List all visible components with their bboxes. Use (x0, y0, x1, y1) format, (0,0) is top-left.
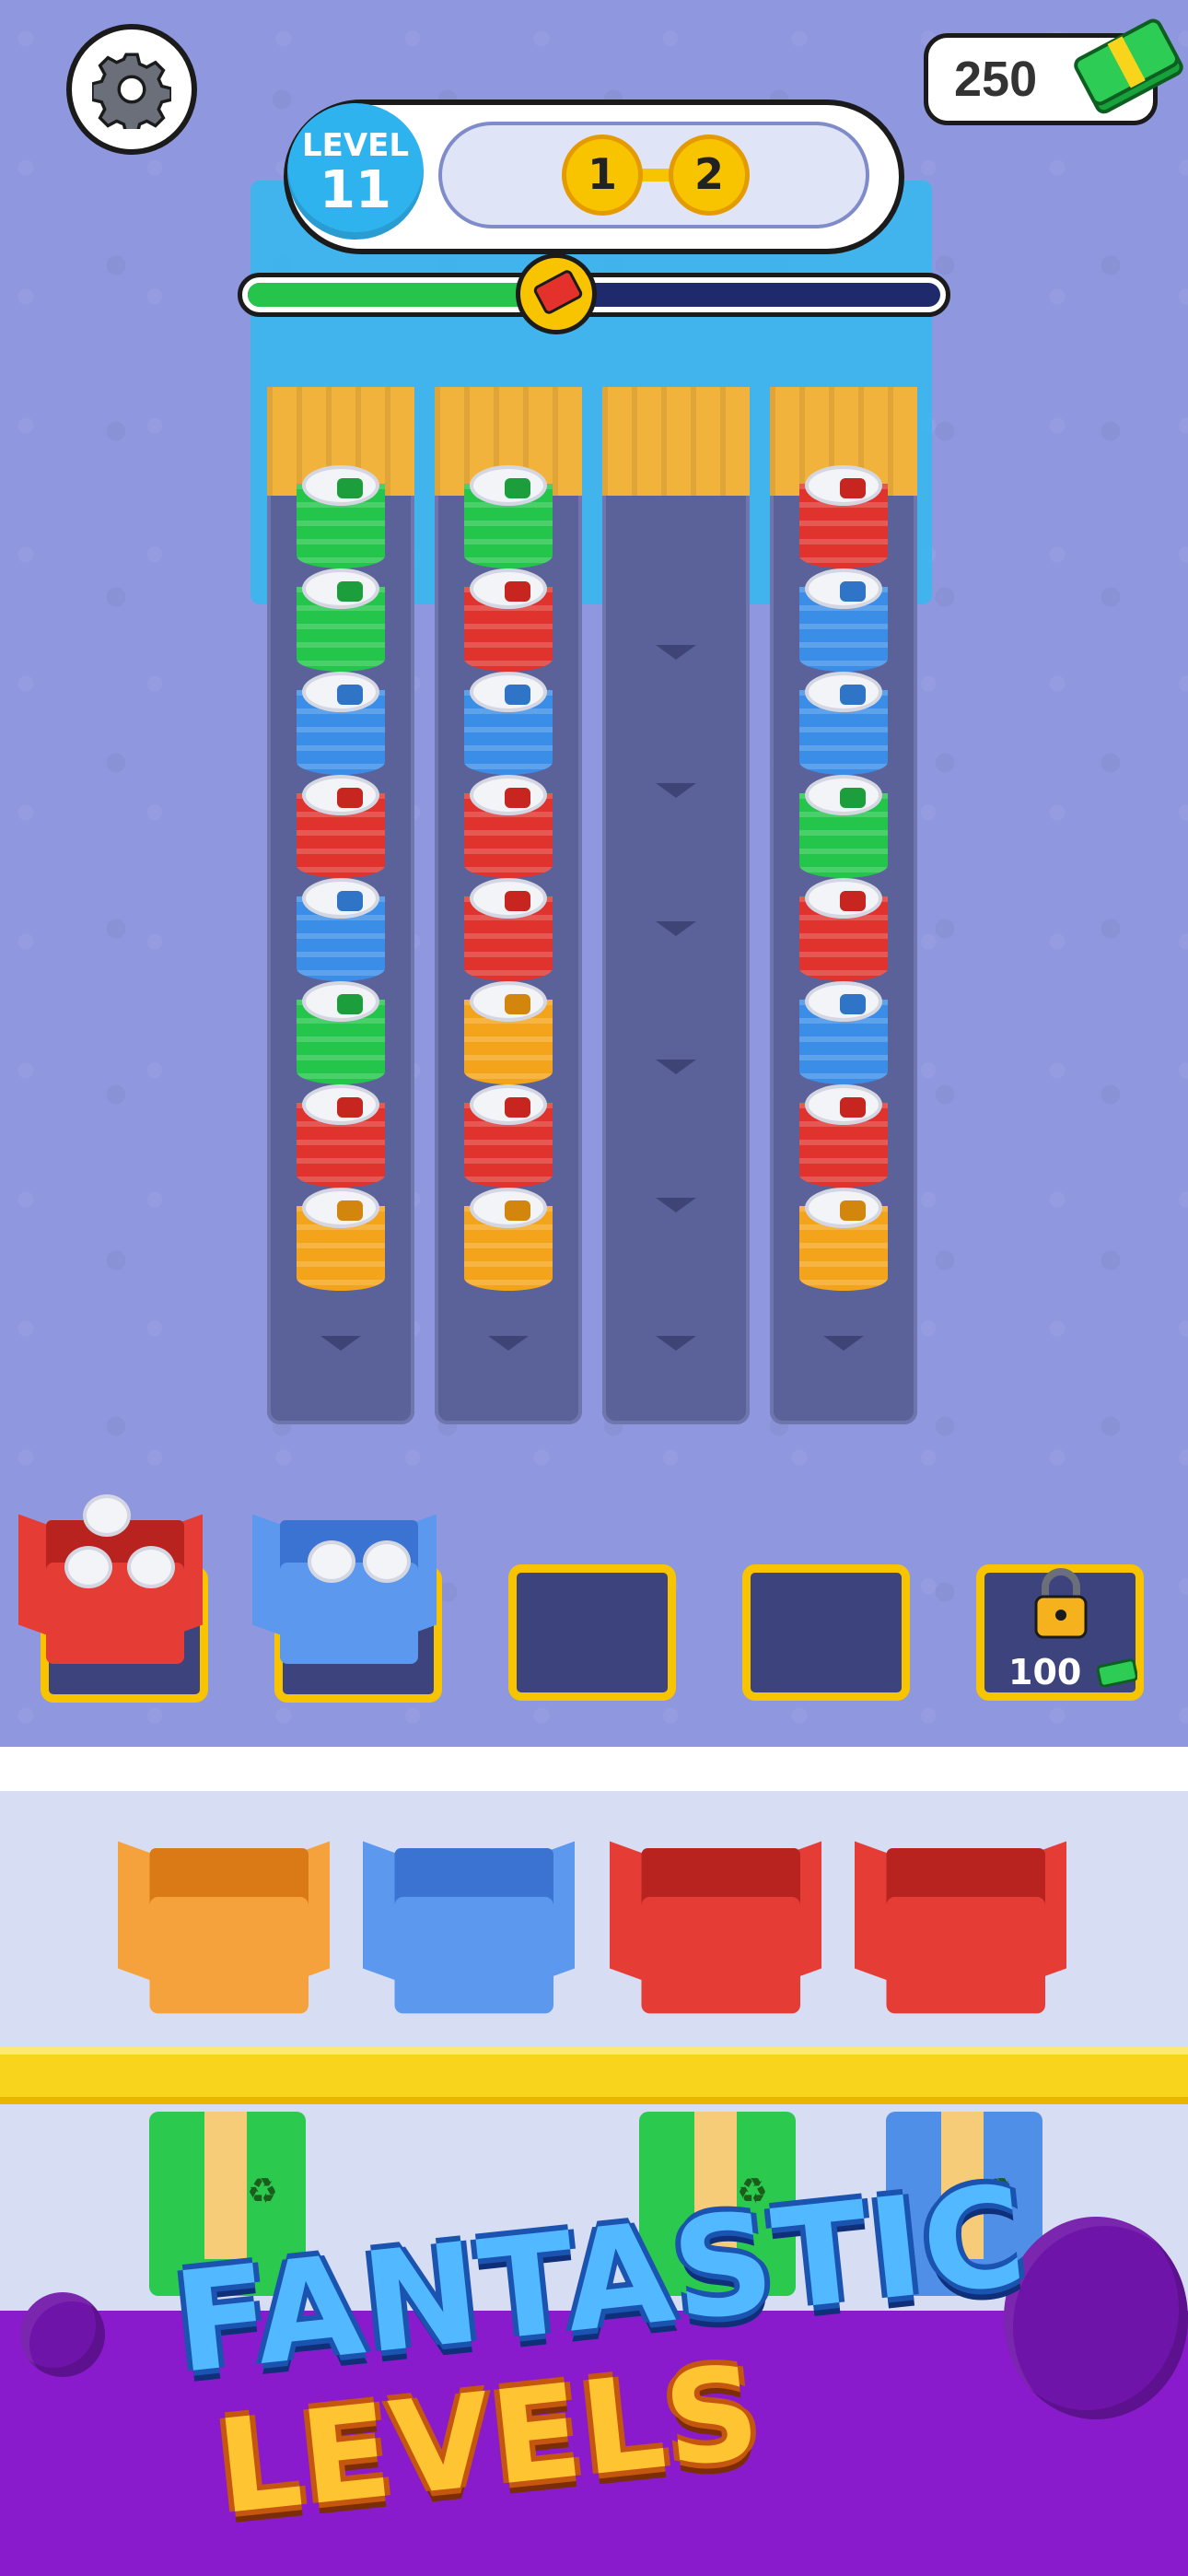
blue-can[interactable] (799, 672, 888, 780)
blue-box[interactable] (252, 1483, 437, 1673)
lane-arrow-icon (656, 1336, 696, 1351)
red-can[interactable] (464, 878, 553, 987)
level-label: LEVEL (301, 127, 410, 164)
blue-can[interactable] (799, 568, 888, 677)
green-can[interactable] (297, 568, 385, 677)
blue-can[interactable] (464, 672, 553, 780)
red-can[interactable] (297, 1084, 385, 1193)
red-can[interactable] (799, 1084, 888, 1193)
green-can[interactable] (799, 775, 888, 884)
red-can[interactable] (799, 465, 888, 574)
settings-button[interactable] (66, 24, 197, 155)
unlock-price: 100 (1008, 1652, 1082, 1692)
recycle-icon: ♻ (247, 2171, 279, 2211)
red-box (855, 1806, 1066, 2024)
orange-can[interactable] (297, 1188, 385, 1296)
lane-arrow-icon (488, 1336, 529, 1351)
red-can[interactable] (464, 775, 553, 884)
lane-gate (602, 387, 750, 496)
conveyor-rail (0, 2047, 1188, 2104)
orange-can[interactable] (799, 1188, 888, 1296)
red-can (64, 1546, 112, 1588)
cash-stack-icon (1074, 18, 1183, 114)
green-can[interactable] (464, 465, 553, 574)
green-can[interactable] (297, 465, 385, 574)
blue-can (363, 1540, 411, 1583)
lock-icon (1034, 1568, 1088, 1639)
level-badge: LEVEL 11 (287, 103, 424, 240)
lane-arrow-icon (656, 1060, 696, 1074)
cash-icon (1097, 1658, 1137, 1687)
blue-can (308, 1540, 355, 1583)
bubble-decoration (20, 2292, 105, 2377)
red-can[interactable] (799, 878, 888, 987)
progress-fill (248, 283, 560, 307)
red-can (83, 1494, 131, 1537)
orange-can[interactable] (464, 981, 553, 1090)
lane-arrow-icon (656, 783, 696, 798)
lane-arrow-icon (656, 645, 696, 660)
gear-icon (92, 53, 171, 129)
red-can[interactable] (297, 775, 385, 884)
blue-can[interactable] (297, 878, 385, 987)
lane-arrow-icon (656, 921, 696, 936)
cash-value: 250 (954, 52, 1038, 107)
red-can[interactable] (464, 568, 553, 677)
stage-2: 2 (669, 135, 750, 216)
orange-box (118, 1806, 330, 2024)
lane-arrow-icon (656, 1198, 696, 1212)
red-can (127, 1546, 175, 1588)
buffer-slot[interactable] (742, 1564, 910, 1701)
red-box (610, 1806, 821, 2024)
can-marker-icon (516, 253, 597, 334)
blue-box (363, 1806, 575, 2024)
level-number: 11 (320, 160, 391, 220)
lane-arrow-icon (823, 1336, 864, 1351)
blue-can[interactable] (799, 981, 888, 1090)
bubble-decoration (1004, 2217, 1188, 2419)
blue-can[interactable] (297, 672, 385, 780)
red-can[interactable] (464, 1084, 553, 1193)
lane-3[interactable] (602, 387, 750, 1424)
stage-1: 1 (562, 135, 643, 216)
buffer-slot[interactable] (508, 1564, 676, 1701)
red-box[interactable] (18, 1483, 203, 1673)
staging-top-edge (0, 1747, 1188, 1791)
lane-arrow-icon (320, 1336, 361, 1351)
orange-can[interactable] (464, 1188, 553, 1296)
green-can[interactable] (297, 981, 385, 1090)
